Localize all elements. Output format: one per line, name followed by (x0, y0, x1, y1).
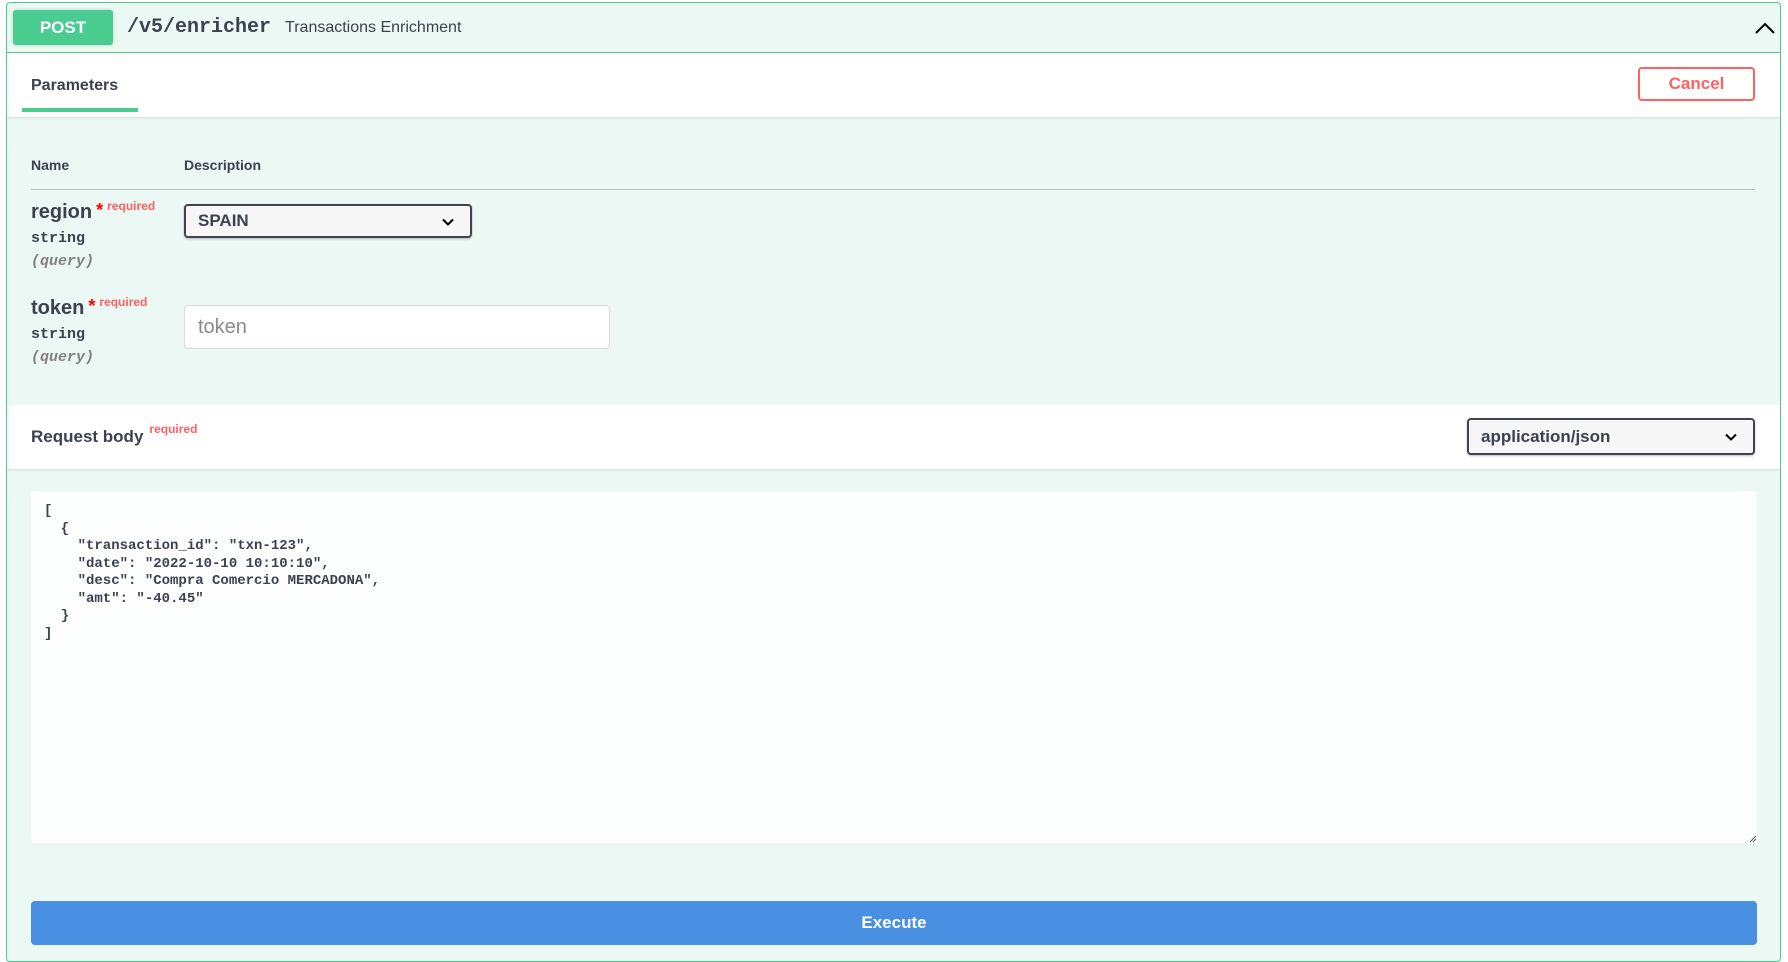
execute-button[interactable]: Execute (31, 901, 1757, 945)
param-name-label: token (31, 297, 85, 319)
param-row-region: region * required string (query) (31, 199, 156, 270)
header-divider (31, 189, 1755, 190)
request-body-header: Request body required application/json (7, 405, 1780, 469)
param-type: string (31, 326, 86, 343)
chevron-down-icon (1725, 433, 1737, 441)
param-type: string (31, 230, 86, 247)
active-tab-indicator (22, 108, 138, 112)
content-type-select[interactable]: application/json (1467, 418, 1755, 455)
parameters-tab-header: Parameters Cancel (7, 53, 1780, 117)
region-select-value: SPAIN (198, 211, 249, 230)
cancel-button[interactable]: Cancel (1638, 67, 1755, 101)
required-star: * (88, 296, 96, 316)
operation-block: POST /v5/enricher Transactions Enrichmen… (6, 2, 1781, 962)
chevron-up-icon[interactable] (1754, 17, 1776, 39)
resize-grip-icon[interactable] (1749, 835, 1757, 843)
operation-summary[interactable]: POST /v5/enricher Transactions Enrichmen… (7, 3, 1780, 53)
param-name-region: region * required (31, 199, 156, 224)
column-header-description: Description (184, 157, 262, 173)
request-body-editor[interactable]: [ { "transaction_id": "txn-123", "date":… (31, 491, 1757, 843)
required-label: required (107, 199, 156, 213)
required-label: required (149, 422, 198, 436)
column-header-name: Name (31, 157, 70, 173)
parameters-section: Name Description region * required string … (7, 117, 1780, 405)
endpoint-path: /v5/enricher (127, 16, 272, 39)
param-name-token: token * required (31, 295, 148, 320)
token-input[interactable] (184, 305, 610, 349)
content-type-value: application/json (1481, 426, 1611, 446)
region-select[interactable]: SPAIN (184, 204, 472, 238)
param-row-token: token * required string (query) (31, 295, 148, 366)
chevron-down-icon (442, 218, 454, 226)
param-name-label: region (31, 201, 93, 223)
param-location: (query) (31, 253, 95, 270)
request-body-label: Request body (31, 427, 144, 446)
required-label: required (99, 295, 148, 309)
endpoint-summary: Transactions Enrichment (285, 18, 462, 36)
required-star: * (96, 200, 104, 220)
request-body-title: Request body required (31, 422, 197, 447)
method-badge: POST (13, 10, 113, 45)
tab-parameters[interactable]: Parameters (31, 77, 118, 95)
param-location: (query) (31, 349, 95, 366)
